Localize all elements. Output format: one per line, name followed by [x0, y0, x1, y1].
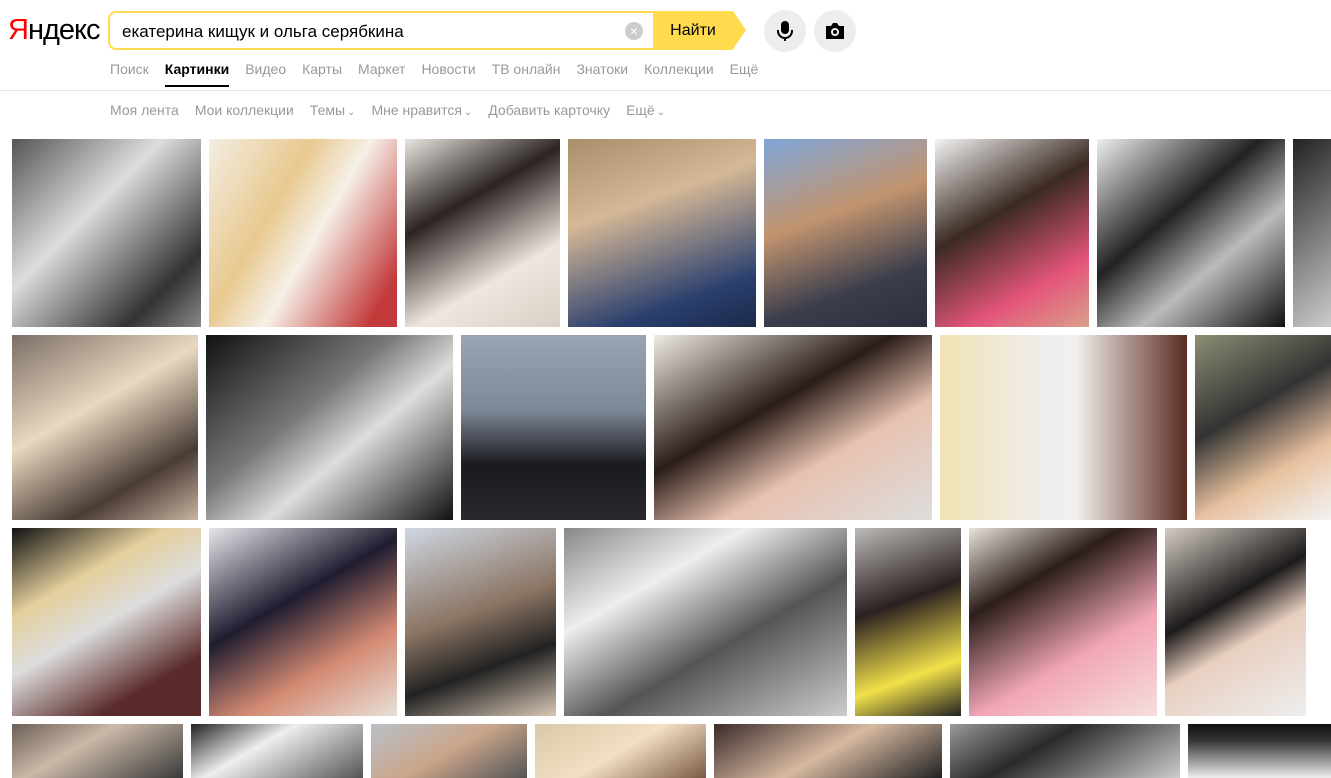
find-button-arrow	[733, 11, 746, 49]
image-result[interactable]	[371, 724, 527, 778]
image-result[interactable]	[1097, 139, 1285, 327]
image-result[interactable]	[935, 139, 1089, 327]
image-result[interactable]	[969, 528, 1157, 716]
tab-images[interactable]: Картинки	[164, 61, 230, 87]
image-result[interactable]	[535, 724, 706, 778]
image-result[interactable]	[405, 528, 556, 716]
subnav-my-collections[interactable]: Мои коллекции	[195, 102, 294, 118]
subnav-themes[interactable]: Темы ⌄	[310, 102, 356, 118]
image-result[interactable]	[714, 724, 942, 778]
camera-icon	[826, 23, 844, 39]
chevron-down-icon: ⌄	[347, 107, 356, 118]
image-result[interactable]	[461, 335, 646, 520]
image-result[interactable]	[405, 139, 560, 327]
image-result[interactable]	[1165, 528, 1306, 716]
search-box: ×	[108, 11, 653, 50]
logo-rest: ндекс	[27, 14, 101, 46]
image-result[interactable]	[1188, 724, 1331, 778]
tab-znatoki[interactable]: Знатоки	[576, 61, 628, 87]
tab-market[interactable]: Маркет	[358, 61, 405, 87]
image-result[interactable]	[12, 139, 201, 327]
header-divider	[0, 90, 1331, 91]
subnav-liked[interactable]: Мне нравится ⌄	[371, 102, 472, 118]
service-tabs: Поиск Картинки Видео Карты Маркет Новост…	[110, 61, 774, 87]
image-result[interactable]	[12, 724, 183, 778]
image-search-button[interactable]	[814, 10, 856, 52]
search-input[interactable]	[120, 21, 614, 43]
tab-tv[interactable]: ТВ онлайн	[492, 61, 561, 87]
image-result[interactable]	[12, 335, 198, 520]
subnav-my-feed[interactable]: Моя лента	[110, 102, 179, 118]
chevron-down-icon: ⌄	[463, 107, 473, 118]
image-result[interactable]	[1195, 335, 1331, 520]
subnav-add-card[interactable]: Добавить карточку	[488, 102, 610, 118]
tab-more[interactable]: Ещё	[730, 61, 759, 87]
subnav-more[interactable]: Ещё ⌄	[626, 102, 665, 118]
images-subnav: Моя лента Мои коллекции Темы ⌄ Мне нравит…	[110, 102, 681, 118]
tab-maps[interactable]: Карты	[302, 61, 342, 87]
image-result[interactable]	[206, 335, 453, 520]
voice-search-button[interactable]	[764, 10, 806, 52]
image-result[interactable]	[12, 528, 201, 716]
yandex-logo[interactable]: Яндекс	[8, 12, 101, 48]
clear-search-button[interactable]: ×	[625, 22, 643, 40]
image-result[interactable]	[209, 528, 397, 716]
tab-search[interactable]: Поиск	[110, 61, 149, 87]
image-result[interactable]	[940, 335, 1187, 520]
tab-news[interactable]: Новости	[421, 61, 475, 87]
image-result[interactable]	[764, 139, 927, 327]
logo-first-letter: Я	[8, 14, 29, 46]
close-icon: ×	[629, 23, 639, 39]
image-result[interactable]	[654, 335, 932, 520]
image-result[interactable]	[564, 528, 847, 716]
image-result[interactable]	[950, 724, 1180, 778]
tab-video[interactable]: Видео	[245, 61, 286, 87]
image-result[interactable]	[568, 139, 756, 327]
microphone-icon	[777, 21, 793, 41]
image-result[interactable]	[209, 139, 397, 327]
image-result[interactable]	[191, 724, 363, 778]
image-result[interactable]	[855, 528, 961, 716]
find-button[interactable]: Найти	[653, 11, 733, 50]
chevron-down-icon: ⌄	[656, 107, 666, 118]
tab-collections[interactable]: Коллекции	[644, 61, 714, 87]
image-result[interactable]	[1293, 139, 1331, 327]
